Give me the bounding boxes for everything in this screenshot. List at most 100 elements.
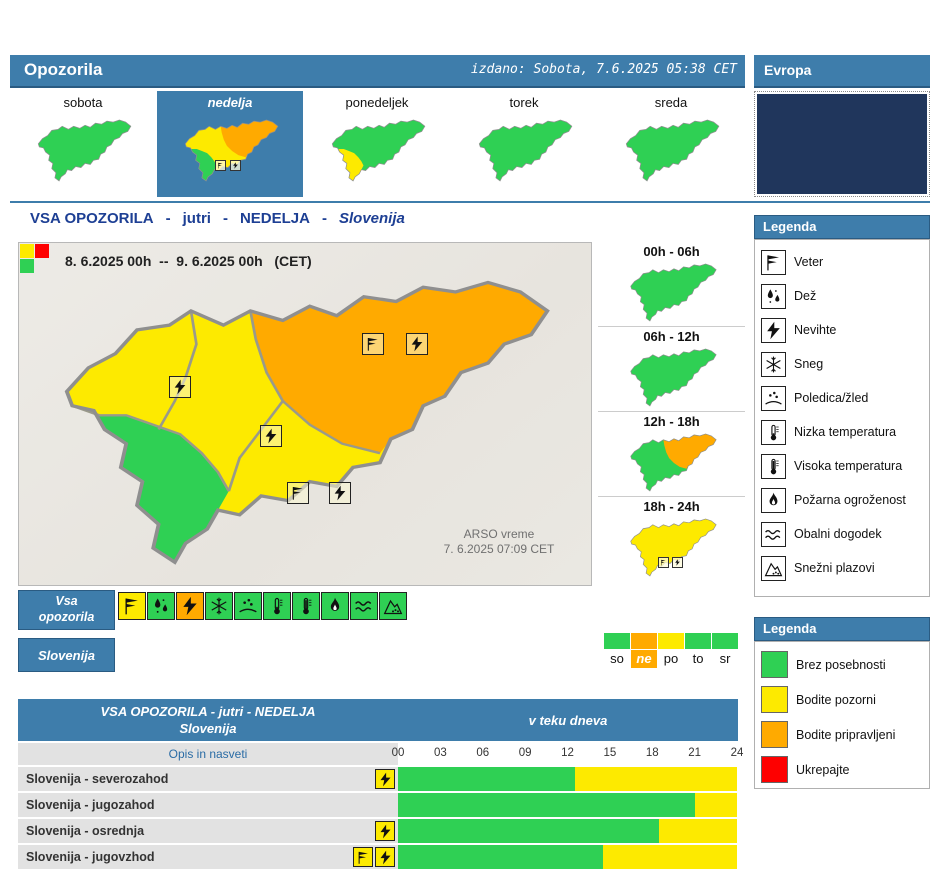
period-label: 06h - 12h xyxy=(598,329,745,345)
slovenia-map-thumbnail xyxy=(325,118,429,182)
day-level-square xyxy=(712,633,738,649)
storm-icon xyxy=(378,772,393,787)
day-link-po[interactable]: po xyxy=(658,650,684,668)
tab-ponedeljek[interactable]: ponedeljek xyxy=(304,91,450,197)
storm-warning-icon-box xyxy=(260,425,282,447)
storm-icon xyxy=(172,379,188,395)
green-level-square xyxy=(761,651,788,678)
arso-warnings-page: Opozorila izdano: Sobota, 7.6.2025 05:38… xyxy=(0,0,940,872)
day-overview-strip: so ne po to sr xyxy=(604,633,744,668)
slovenia-map-period xyxy=(624,517,720,577)
storm-icon xyxy=(378,850,393,865)
tab-label: torek xyxy=(451,94,597,112)
day-level-square xyxy=(685,633,711,649)
europe-map-thumbnail[interactable] xyxy=(754,91,930,197)
descriptions-link[interactable]: Opis in nasveti xyxy=(18,743,398,765)
warnings-table: VSA OPOZORILA - jutri - NEDELJA Slovenij… xyxy=(18,699,738,869)
table-row: Slovenija - osrednja xyxy=(18,819,738,843)
ice-icon xyxy=(761,386,786,411)
page-title: Opozorila xyxy=(24,55,102,85)
table-row: Slovenija - severozahod xyxy=(18,767,738,791)
region-link-jugozahod[interactable]: Slovenija - jugozahod xyxy=(18,793,348,817)
tab-sreda[interactable]: sreda xyxy=(598,91,744,197)
timeline-segment xyxy=(603,845,737,869)
legend-level-red: Ukrepajte xyxy=(761,752,929,787)
tab-nedelja[interactable]: nedelja xyxy=(157,91,303,197)
storm-mini-warning-box xyxy=(672,557,683,568)
legend-levels-header: Legenda xyxy=(754,617,930,641)
snow-warning-cell[interactable] xyxy=(205,592,233,620)
legend-item-snezni-plazovi: Snežni plazovi xyxy=(761,551,929,585)
high-temp-warning-cell[interactable] xyxy=(292,592,320,620)
map-credit: ARSO vreme 7. 6.2025 07:09 CET xyxy=(411,527,587,557)
fire-warning-cell[interactable] xyxy=(321,592,349,620)
day-link-so[interactable]: so xyxy=(604,650,630,668)
section-title: VSA OPOZORILA-jutri-NEDELJA-Slovenija xyxy=(30,210,405,227)
tab-label: sreda xyxy=(598,94,744,112)
ice-warning-cell[interactable] xyxy=(234,592,262,620)
wind-icon xyxy=(365,336,381,352)
ice-icon xyxy=(238,596,258,616)
fire-icon xyxy=(761,488,786,513)
storm-warning-icon-box xyxy=(406,333,428,355)
day-link-sr[interactable]: sr xyxy=(712,650,738,668)
rain-warning-cell[interactable] xyxy=(147,592,175,620)
coastal-icon xyxy=(354,596,374,616)
timeline-segment xyxy=(575,767,737,791)
timeline-segment xyxy=(398,819,659,843)
tab-sobota[interactable]: sobota xyxy=(10,91,156,197)
region-link-severozahod[interactable]: Slovenija - severozahod xyxy=(18,767,348,791)
row-warning-icons xyxy=(348,767,398,791)
low-temp-icon xyxy=(267,596,287,616)
slovenia-map-thumbnail xyxy=(178,118,282,182)
wind-icon xyxy=(217,162,224,169)
row-timeline xyxy=(398,793,737,817)
day-link-to[interactable]: to xyxy=(685,650,711,668)
timeline-segment xyxy=(659,819,737,843)
storm-mini-warning-box xyxy=(230,160,241,171)
europe-link[interactable]: Evropa xyxy=(764,55,811,85)
main-warning-map[interactable]: 8. 6.2025 00h -- 9. 6.2025 00h (CET) ARS… xyxy=(18,242,592,586)
timeline-segment xyxy=(398,767,575,791)
coastal-warning-cell[interactable] xyxy=(350,592,378,620)
rain-icon xyxy=(761,284,786,309)
avalanche-icon xyxy=(761,556,786,581)
low-temp-warning-cell[interactable] xyxy=(263,592,291,620)
legend-item-nevihte: Nevihte xyxy=(761,313,929,347)
day-level-square xyxy=(631,633,657,649)
storm-warning-icon-box xyxy=(375,821,395,841)
period-block: 00h - 06h xyxy=(598,242,745,326)
legend-item-visoka-temperatura: Visoka temperatura xyxy=(761,449,929,483)
high-temp-icon xyxy=(761,454,786,479)
storm-warning-icon-box xyxy=(375,769,395,789)
europe-header-bar[interactable]: Evropa xyxy=(754,55,930,88)
storm-icon xyxy=(378,824,393,839)
storm-warning-cell[interactable] xyxy=(176,592,204,620)
tab-torek[interactable]: torek xyxy=(451,91,597,197)
region-button[interactable]: Slovenija xyxy=(18,638,115,672)
wind-icon xyxy=(290,485,306,501)
legend-item-sneg: Sneg xyxy=(761,347,929,381)
day-level-squares xyxy=(604,633,744,649)
storm-icon xyxy=(232,162,239,169)
table-row: Slovenija - jugovzhod xyxy=(18,845,738,869)
period-block: 06h - 12h xyxy=(598,326,745,411)
table-header: VSA OPOZORILA - jutri - NEDELJA Slovenij… xyxy=(18,699,738,741)
avalanche-warning-cell[interactable] xyxy=(379,592,407,620)
wind-warning-icon-box xyxy=(362,333,384,355)
tab-label: ponedeljek xyxy=(304,94,450,112)
legend-levels-box: Brez posebnosti Bodite pozorni Bodite pr… xyxy=(754,641,930,789)
legend-item-pozarna-ogrozenost: Požarna ogroženost xyxy=(761,483,929,517)
day-link-ne[interactable]: ne xyxy=(631,650,657,668)
storm-icon xyxy=(761,318,786,343)
storm-icon xyxy=(674,559,681,566)
all-warnings-button[interactable]: Vsa opozorila xyxy=(18,590,115,630)
wind-warning-cell[interactable] xyxy=(118,592,146,620)
legend-warnings-header: Legenda xyxy=(754,215,930,239)
table-right-title: v teku dneva xyxy=(398,699,738,741)
region-link-jugovzhod[interactable]: Slovenija - jugovzhod xyxy=(18,845,348,869)
region-link-osrednja[interactable]: Slovenija - osrednja xyxy=(18,819,348,843)
fire-icon xyxy=(325,596,345,616)
legend-warnings-box: Veter Dež Nevihte Sneg Poledica/žled Niz… xyxy=(754,239,930,597)
coastal-icon xyxy=(761,522,786,547)
